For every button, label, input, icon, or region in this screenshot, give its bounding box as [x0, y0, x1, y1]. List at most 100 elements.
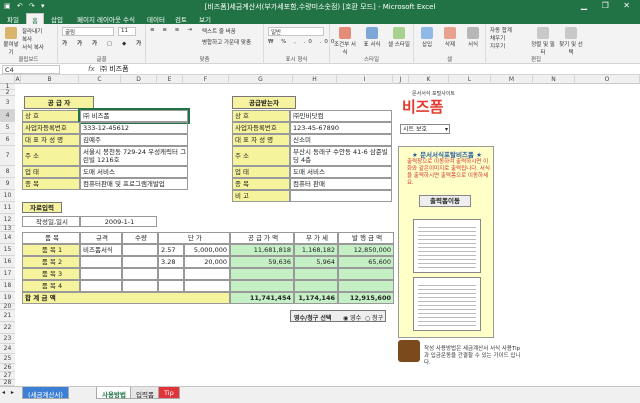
col-header[interactable]: M [491, 75, 533, 84]
clear-button[interactable]: 지우기 [490, 42, 505, 50]
sheet-tab-input[interactable]: 입력폼 [130, 387, 160, 399]
date-input[interactable]: 2009-1-1 [80, 216, 157, 227]
item-name-cell[interactable] [80, 280, 122, 292]
row-header[interactable]: 9 [0, 178, 15, 190]
col-header[interactable]: O [575, 75, 640, 84]
item-name-cell[interactable]: 비즈폼서식 [80, 244, 122, 256]
tab-view[interactable]: 보기 [194, 13, 216, 24]
col-header[interactable]: C [79, 75, 121, 84]
conditional-format-button[interactable]: 조건부 서식 [332, 27, 358, 56]
tab-home[interactable]: 홈 [26, 13, 44, 25]
tab-file[interactable]: 파일 [2, 13, 24, 24]
buyer-biztype-cell[interactable]: 도매 서비스 [290, 166, 392, 178]
buyer-note-cell[interactable] [290, 190, 392, 202]
item-name-cell[interactable] [80, 256, 122, 268]
col-header[interactable]: B [21, 75, 79, 84]
sheet-tab-invoice[interactable]: (세금계산서) [22, 387, 69, 399]
sheet-nav-arrows[interactable]: ◂ ▸ [2, 389, 16, 396]
font-style-buttons[interactable]: 가 가 가 ▢ ◆ 가 [62, 39, 145, 47]
item-price-cell[interactable]: 5,000,000 [184, 244, 230, 256]
item-price-cell[interactable]: 20,000 [184, 256, 230, 268]
supplier-address-cell[interactable]: 서울시 봉천동 729-24 우성캐릭터 그린빌 1216호 [80, 146, 188, 166]
item-spec-cell[interactable] [122, 280, 158, 292]
format-cells-button[interactable]: 서식 [462, 27, 484, 48]
row-header[interactable]: 17 [0, 268, 15, 280]
item-qty-cell[interactable] [158, 268, 184, 280]
item-qty-cell[interactable] [158, 280, 184, 292]
col-header[interactable]: G [229, 75, 293, 84]
insert-cells-button[interactable]: 삽입 [416, 27, 438, 48]
font-size-select[interactable]: 11 [118, 27, 136, 36]
formula-input[interactable]: ㈜ 비즈폼 [100, 65, 129, 74]
window-controls[interactable]: ▁ ❐ ✕ [581, 1, 636, 10]
col-header[interactable]: L [449, 75, 491, 84]
copy-button[interactable]: 복사 [22, 35, 32, 43]
tab-review[interactable]: 검토 [170, 13, 192, 24]
item-spec-cell[interactable] [122, 256, 158, 268]
print-form-button[interactable]: 출력폼이동 [419, 195, 471, 207]
col-header[interactable]: E [157, 75, 183, 84]
row-header[interactable]: 5 [0, 122, 15, 134]
font-name-select[interactable]: 굴림 [62, 27, 114, 36]
tab-data[interactable]: 데이터 [142, 13, 170, 24]
cell-styles-button[interactable]: 셀 스타일 [386, 27, 412, 48]
sort-filter-button[interactable]: 정렬 및 필터 [530, 27, 556, 56]
col-header[interactable]: D [121, 75, 157, 84]
row-header[interactable]: 24 [0, 344, 15, 354]
item-price-cell[interactable] [184, 280, 230, 292]
fill-button[interactable]: 채우기 [490, 34, 505, 42]
supplier-reg-cell[interactable]: 333-12-45612 [80, 122, 188, 134]
row-header[interactable]: 14 [0, 232, 15, 244]
paste-button[interactable]: 붙여넣기 [2, 27, 20, 56]
row-header[interactable]: 3 [0, 96, 15, 110]
number-format-buttons[interactable]: ₩ % , .0 .00 [268, 39, 337, 45]
row-header[interactable]: 10 [0, 190, 15, 202]
row-header[interactable]: 15 [0, 244, 15, 256]
col-header[interactable]: K [409, 75, 449, 84]
tab-formulas[interactable]: 수식 [118, 13, 140, 24]
col-header[interactable]: F [183, 75, 229, 84]
row-header[interactable]: 6 [0, 134, 15, 146]
row-header[interactable]: 11 [0, 202, 15, 214]
row-header[interactable]: 23 [0, 334, 15, 344]
sheet-tab-usage[interactable]: 사용방법 [96, 387, 132, 399]
cut-button[interactable]: 잘라내기 [22, 27, 42, 35]
col-header[interactable]: I [337, 75, 393, 84]
sheet-protect-select[interactable]: 시트 보호 ▾ [400, 124, 450, 134]
buyer-address-cell[interactable]: 부산시 동래구 수안동 41-6 삼준빌딩 4층 [290, 146, 392, 166]
row-header[interactable]: 25 [0, 354, 15, 364]
row-header[interactable]: 16 [0, 256, 15, 268]
row-header[interactable]: 21 [0, 310, 15, 322]
wrap-text-button[interactable]: 텍스트 줄 바꿈 [202, 27, 236, 35]
row-header[interactable]: 7 [0, 146, 15, 166]
delete-cells-button[interactable]: 삭제 [439, 27, 461, 48]
sheet-tab-tip[interactable]: Tip [158, 387, 180, 399]
row-header[interactable]: 18 [0, 280, 15, 292]
format-table-button[interactable]: 표 서식 [360, 27, 384, 48]
merge-center-button[interactable]: 병합하고 가운데 맞춤 [202, 38, 251, 46]
row-header[interactable]: 8 [0, 166, 15, 178]
align-buttons[interactable]: ≡ ≡ ≡ ⇥ [150, 27, 195, 33]
col-header[interactable]: N [533, 75, 575, 84]
autosum-button[interactable]: 자동 합계 [490, 26, 512, 34]
col-header[interactable]: H [293, 75, 337, 84]
item-price-cell[interactable] [184, 268, 230, 280]
buyer-name-cell[interactable]: ㈜인비닷컴 [290, 110, 392, 122]
supplier-name-cell[interactable]: ㈜ 비즈폼 [78, 108, 190, 124]
format-painter-button[interactable]: 서식 복사 [22, 43, 44, 51]
fx-icon[interactable]: fx [88, 65, 95, 73]
row-header[interactable]: 22 [0, 322, 15, 334]
supplier-biztype-cell[interactable]: 도매 서비스 [80, 166, 188, 178]
tab-insert[interactable]: 삽입 [46, 13, 68, 24]
buyer-item-cell[interactable]: 컴퓨터 판매 [290, 178, 392, 190]
radio-claim[interactable]: ○ 청구 [365, 313, 383, 322]
name-box[interactable]: C4 [2, 65, 60, 74]
number-format-select[interactable]: 일반 [268, 27, 324, 36]
buyer-reg-cell[interactable]: 123-45-67890 [290, 122, 392, 134]
item-qty-cell[interactable]: 2.57 [158, 244, 184, 256]
supplier-item-cell[interactable]: 컴퓨터판매 및 프로그램개발업 [80, 178, 188, 190]
item-qty-cell[interactable]: 3.28 [158, 256, 184, 268]
radio-receipt[interactable]: ◉ 영수 [343, 313, 361, 322]
col-header[interactable]: J [393, 75, 409, 84]
supplier-ceo-cell[interactable]: 김예주 [80, 134, 188, 146]
